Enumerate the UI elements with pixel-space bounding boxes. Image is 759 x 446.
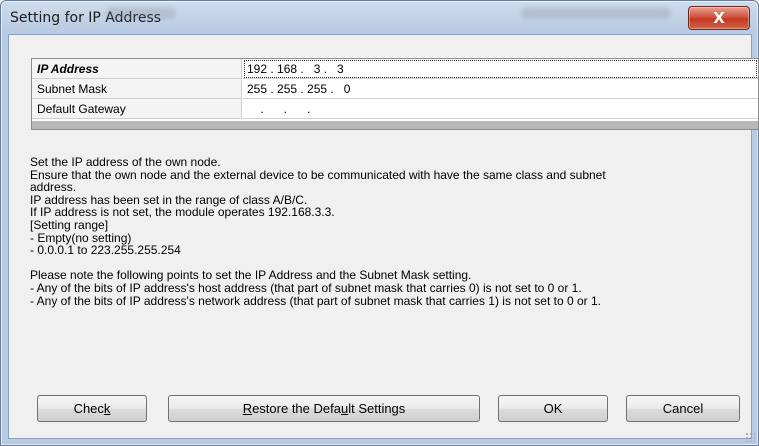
grid-row-ip-address[interactable]: IP Address 192 . 168 . 3 . 3 (32, 59, 758, 79)
description-line: Ensure that the own node and the externa… (30, 167, 606, 182)
title-bar[interactable]: Setting for IP Address X (1, 1, 758, 35)
restore-button-label: estore the Defa (252, 401, 341, 416)
description-line: [Setting range] (30, 217, 109, 232)
ok-button[interactable]: OK (498, 395, 608, 422)
grid-row-default-gateway[interactable]: Default Gateway . . . (32, 99, 758, 119)
description-line: If IP address is not set, the module ope… (30, 205, 335, 220)
description-text: Set the IP address of the own node. Ensu… (30, 156, 750, 307)
restore-button-label-end: lt Settings (348, 401, 406, 416)
description-line: address. (30, 180, 77, 195)
check-button-label: Chec (73, 401, 104, 416)
close-icon: X (713, 9, 725, 27)
ip-settings-grid: IP Address 192 . 168 . 3 . 3 Subnet Mask… (31, 58, 759, 130)
subnet-mask-label: Subnet Mask (32, 79, 242, 99)
check-button-mnemonic: k (103, 401, 111, 416)
close-button[interactable]: X (688, 6, 750, 30)
title-bar-blur-right (521, 7, 671, 19)
default-gateway-label: Default Gateway (32, 99, 242, 119)
dialog-window: Setting for IP Address X IP Address 192 … (0, 0, 759, 446)
default-gateway-field[interactable]: . . . (243, 99, 758, 119)
cancel-button-label: Cancel (662, 401, 704, 416)
description-line: Set the IP address of the own node. (30, 155, 221, 169)
restore-defaults-button[interactable]: Restore the Default Settings (168, 395, 480, 422)
grid-row-subnet-mask[interactable]: Subnet Mask 255 . 255 . 255 . 0 (32, 79, 758, 99)
description-line: - Any of the bits of IP address's host a… (30, 280, 582, 295)
subnet-mask-field[interactable]: 255 . 255 . 255 . 0 (243, 79, 758, 99)
ip-address-field[interactable]: 192 . 168 . 3 . 3 (243, 59, 758, 79)
title-bar-blur (106, 7, 176, 19)
resize-grip-icon[interactable] (745, 432, 755, 442)
restore-button-mnemonic: R (242, 401, 253, 416)
grid-bottom-border (32, 121, 758, 129)
description-line: - 0.0.0.1 to 223.255.255.254 (30, 243, 181, 258)
ip-address-label: IP Address (32, 59, 242, 79)
ok-button-label: OK (543, 401, 563, 416)
cancel-button[interactable]: Cancel (626, 395, 740, 422)
dialog-client-area: IP Address 192 . 168 . 3 . 3 Subnet Mask… (8, 34, 759, 439)
description-line: - Any of the bits of IP address's networ… (30, 293, 602, 308)
check-button[interactable]: Check (37, 395, 147, 422)
